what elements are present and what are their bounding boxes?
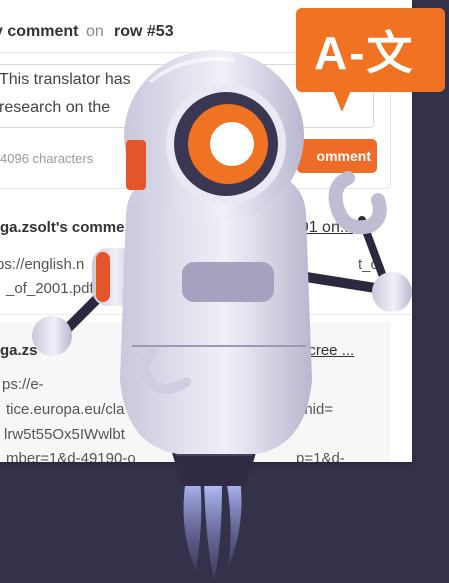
robot-right-arm-icon: [295, 171, 412, 312]
robot-illustration: [32, 50, 412, 580]
jet-flame-icon: [183, 478, 242, 580]
robot-head-icon: [124, 50, 304, 222]
robot-left-arm-icon: [32, 248, 136, 356]
